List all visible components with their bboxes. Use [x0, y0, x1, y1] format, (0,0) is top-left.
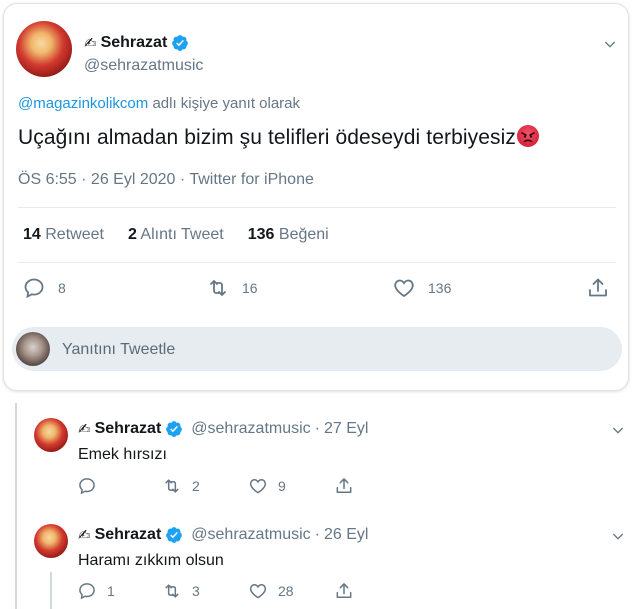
- retweets-stat[interactable]: 14 Retweet: [23, 226, 104, 244]
- like-count: 136: [428, 280, 452, 296]
- retweet-button[interactable]: 16: [206, 276, 258, 300]
- reply-count: 1: [107, 583, 115, 599]
- quotes-stat[interactable]: 2 Alıntı Tweet: [128, 226, 224, 244]
- reply-button[interactable]: 8: [22, 276, 66, 300]
- replying-to: @magazinkolikcom adlı kişiye yanıt olara…: [18, 95, 300, 112]
- mention-link[interactable]: @magazinkolikcom: [18, 95, 148, 112]
- heart-icon: [394, 279, 414, 298]
- like-count: 28: [278, 583, 294, 599]
- retweet-button[interactable]: 3: [162, 581, 200, 601]
- angry-face-icon: [516, 125, 539, 147]
- handle[interactable]: @sehrazatmusic: [84, 57, 203, 75]
- display-name[interactable]: Sehrazat: [101, 34, 168, 52]
- tweet-actions: 8 16 136: [4, 276, 630, 306]
- reply-text: Haramı zıkkım olsun: [78, 552, 224, 569]
- retweet-count: 16: [242, 280, 258, 296]
- share-button[interactable]: [334, 476, 354, 496]
- retweet-icon: [165, 479, 179, 493]
- reply-date[interactable]: 26 Eyl: [324, 526, 368, 544]
- verified-badge-icon: [172, 35, 189, 51]
- like-button[interactable]: 9: [248, 476, 286, 496]
- separator: ·: [314, 526, 320, 543]
- reply-button[interactable]: [77, 476, 107, 496]
- avatar: [16, 332, 50, 366]
- verified-badge-icon: [166, 421, 183, 437]
- retweet-count: 3: [192, 583, 200, 599]
- chevron-down-icon[interactable]: [610, 422, 626, 438]
- chevron-down-icon[interactable]: [602, 36, 618, 52]
- reply-input-placeholder[interactable]: Yanıtını Tweetle: [62, 341, 175, 359]
- reply-count: 8: [58, 280, 66, 296]
- avatar[interactable]: [34, 524, 68, 558]
- heart-icon: [249, 583, 267, 599]
- like-button[interactable]: 28: [248, 581, 294, 601]
- handle[interactable]: @sehrazatmusic: [191, 526, 310, 544]
- reply-actions: 1 3 28: [0, 581, 400, 607]
- reply-icon: [24, 278, 44, 299]
- writing-hand-icon: ✍: [78, 527, 91, 544]
- share-button[interactable]: [586, 276, 610, 300]
- reply-icon: [79, 478, 95, 495]
- avatar[interactable]: [34, 418, 68, 452]
- tweet-timestamp[interactable]: ÖS 6:55 · 26 Eyl 2020 · Twitter for iPho…: [18, 171, 314, 189]
- display-name[interactable]: Sehrazat: [95, 420, 162, 438]
- writing-hand-icon: ✍: [78, 421, 91, 438]
- author-name-row[interactable]: ✍ Sehrazat: [84, 34, 189, 52]
- like-count: 9: [278, 478, 286, 494]
- share-icon: [589, 278, 607, 297]
- reply-header: ✍ Sehrazat @sehrazatmusic · 26 Eyl: [78, 526, 368, 544]
- reply-icon: [79, 583, 95, 600]
- reply-text: Emek hırsızı: [78, 446, 167, 463]
- retweet-count: 2: [192, 478, 200, 494]
- reply-compose-box[interactable]: Yanıtını Tweetle: [12, 327, 622, 371]
- main-tweet-card: ✍ Sehrazat @sehrazatmusic @magazinkolikc…: [3, 3, 629, 391]
- share-icon: [336, 478, 352, 493]
- heart-icon: [249, 478, 267, 494]
- display-name[interactable]: Sehrazat: [95, 526, 162, 544]
- replying-to-label: adlı kişiye yanıt olarak: [152, 95, 301, 112]
- divider: [18, 262, 616, 263]
- retweet-button[interactable]: 2: [162, 476, 200, 496]
- tweet-text-body: Uçağını almadan bizim şu telifleri ödese…: [18, 126, 516, 149]
- tweet-stats: 14 Retweet 2 Alıntı Tweet 136 Beğeni: [23, 226, 329, 244]
- likes-stat[interactable]: 136 Beğeni: [248, 226, 329, 244]
- reply-date[interactable]: 27 Eyl: [324, 420, 368, 438]
- retweet-icon: [210, 280, 226, 296]
- like-button[interactable]: 136: [392, 276, 451, 300]
- divider: [18, 207, 616, 208]
- tweet-text: Uçağını almadan bizim şu telifleri ödese…: [18, 125, 539, 150]
- retweet-icon: [165, 584, 179, 598]
- chevron-down-icon[interactable]: [610, 528, 626, 544]
- handle[interactable]: @sehrazatmusic: [191, 420, 310, 438]
- writing-hand-icon: ✍: [84, 35, 97, 52]
- separator: ·: [314, 420, 320, 437]
- verified-badge-icon: [166, 527, 183, 543]
- share-icon: [336, 583, 352, 598]
- reply-actions: 2 9: [0, 476, 400, 502]
- reply-button[interactable]: 1: [77, 581, 115, 601]
- avatar[interactable]: [16, 21, 72, 77]
- share-button[interactable]: [334, 581, 354, 601]
- reply-header: ✍ Sehrazat @sehrazatmusic · 27 Eyl: [78, 420, 368, 438]
- thread-line: [15, 403, 17, 609]
